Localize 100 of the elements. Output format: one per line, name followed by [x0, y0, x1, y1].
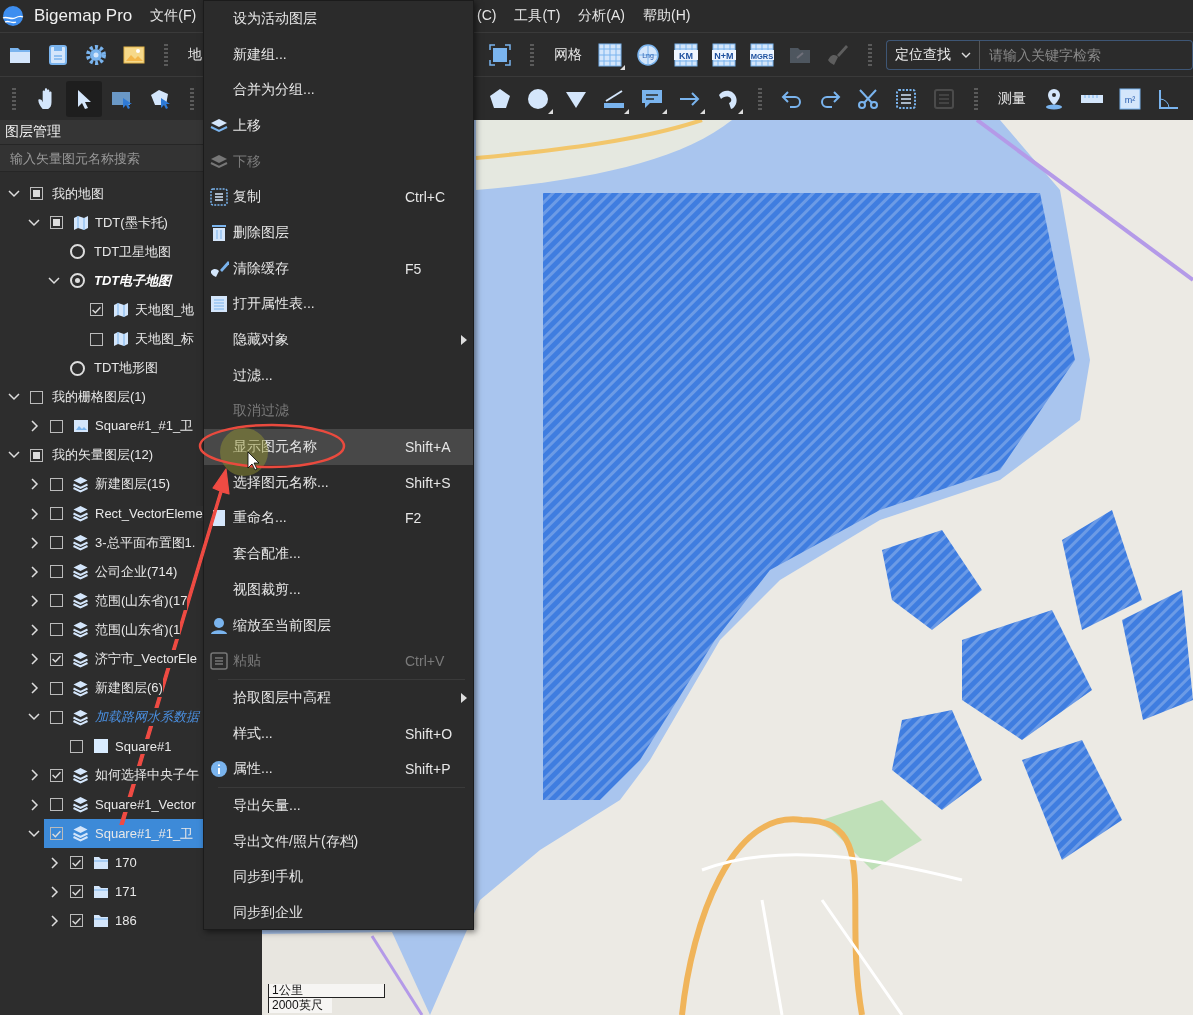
layers-icon [72, 708, 89, 726]
menu-item[interactable]: 新建组... [204, 36, 473, 73]
menu-item[interactable]: 设为活动图层 [204, 1, 473, 37]
menu-item[interactable]: 复制 Ctrl+C [204, 179, 473, 216]
menu-item[interactable]: 导出文件/照片(存档) [204, 823, 473, 860]
layer-name[interactable]: Rect_VectorEleme [95, 506, 203, 522]
checkbox[interactable] [90, 332, 103, 346]
layer-name[interactable]: 济宁市_VectorEle [95, 650, 197, 669]
checkbox[interactable] [70, 739, 83, 753]
menu-item[interactable]: 显示图元名称 Shift+A [204, 429, 473, 465]
layer-name[interactable]: TDT(墨卡托) [95, 213, 168, 232]
scale-bar-label: 1公里 [268, 984, 385, 998]
layer-name[interactable]: 加载路网水系数据 [95, 708, 199, 727]
dropdown-corner-icon[interactable] [738, 108, 743, 114]
menu-item[interactable]: 文件(F) [150, 7, 197, 25]
layer-name[interactable]: 3-总平面布置图1. [95, 533, 196, 552]
checkbox[interactable] [30, 390, 43, 404]
layer-name[interactable]: 公司企业(714) [95, 562, 178, 581]
layer-name[interactable]: TDT电子地图 [94, 271, 172, 290]
layers-icon [72, 796, 89, 813]
menu-item[interactable]: 视图裁剪... [204, 572, 473, 608]
checkbox[interactable] [50, 565, 63, 579]
radio-button[interactable] [70, 360, 85, 376]
square-icon [92, 738, 109, 755]
toolbar-label: 地 [187, 45, 203, 64]
checkbox[interactable] [50, 216, 63, 230]
menu-item[interactable]: 拾取图层中高程 [204, 680, 473, 716]
menu-item[interactable]: 合并为分组... [204, 72, 473, 109]
layer-name[interactable]: Square#1_#1_卫 [95, 417, 194, 436]
checkbox[interactable] [70, 856, 83, 870]
checkbox[interactable] [50, 798, 63, 811]
area-tool-button[interactable]: m² [1112, 80, 1148, 117]
layers-icon [210, 117, 228, 134]
checkbox[interactable] [50, 623, 63, 637]
map-icon [72, 214, 89, 231]
checkbox[interactable] [30, 448, 43, 462]
dropdown-corner-icon[interactable] [700, 108, 705, 114]
checkmark-icon [72, 887, 81, 896]
menu-item[interactable]: 删除图层 [204, 215, 473, 251]
checkbox[interactable] [50, 827, 63, 841]
layer-name[interactable]: 范围(山东省)(1 [95, 620, 181, 639]
menu-item[interactable]: 过滤... [204, 357, 473, 394]
radio-button[interactable] [70, 244, 85, 260]
brush-icon [826, 42, 850, 67]
checkmark-icon [92, 305, 101, 314]
menu-item[interactable]: 工具(T) [514, 7, 561, 25]
checkbox[interactable] [70, 885, 83, 899]
checkbox[interactable] [30, 187, 43, 201]
layers-icon [210, 153, 228, 170]
menu-item[interactable]: 缩放至当前图层 [204, 607, 473, 644]
layer-name[interactable]: TDT卫星地图 [94, 242, 172, 261]
menu-item[interactable]: 帮助(H) [643, 7, 691, 25]
layer-name[interactable]: 新建图层(6) [95, 679, 163, 698]
dropdown-corner-icon[interactable] [620, 64, 625, 70]
checkbox[interactable] [50, 652, 63, 666]
menu-item[interactable]: 清除缓存 F5 [204, 250, 473, 287]
layer-name[interactable]: Square#1_Vector [95, 797, 196, 812]
submenu-arrow-icon [461, 692, 467, 703]
layer-name[interactable]: 我的栅格图层(1) [52, 388, 146, 407]
checkbox[interactable] [50, 594, 63, 608]
layers-icon [72, 621, 89, 639]
shortcut-label: Ctrl+C [405, 189, 447, 206]
grid-tool-button[interactable]: N+M [706, 36, 742, 73]
checkbox[interactable] [90, 303, 103, 317]
menu-item[interactable]: 属性... Shift+P [204, 751, 473, 788]
menu-item[interactable]: 分析(A) [578, 7, 625, 25]
checkbox[interactable] [50, 710, 63, 724]
layer-name[interactable]: 天地图_标 [135, 330, 195, 348]
menu-item[interactable]: 隐藏对象 [204, 322, 473, 358]
checkbox[interactable] [50, 419, 63, 433]
checkbox[interactable] [50, 507, 63, 521]
checkbox[interactable] [50, 478, 63, 491]
checkbox[interactable] [50, 681, 63, 695]
checkbox[interactable] [50, 536, 63, 550]
menu-item[interactable]: 样式... Shift+O [204, 715, 473, 752]
checkbox[interactable] [50, 768, 63, 782]
menu-item[interactable]: 导出矢量... [204, 788, 473, 824]
menu-item[interactable]: (C) [477, 7, 497, 25]
layer-name[interactable]: 我的矢量图层(12) [52, 446, 154, 465]
layer-search-field[interactable]: 输入矢量图元名称搜索 [0, 144, 203, 172]
dropdown-corner-icon[interactable] [662, 108, 667, 114]
layer-name[interactable]: 如何选择中央子午 [95, 766, 199, 785]
layer-name[interactable]: 新建图层(15) [95, 475, 171, 494]
dropdown-corner-icon[interactable] [548, 108, 553, 114]
layer-name[interactable]: 天地图_地 [135, 300, 195, 319]
menu-item[interactable]: 套合配准... [204, 536, 473, 572]
grid-tool-button[interactable]: KM [668, 36, 704, 73]
radio-button[interactable] [70, 273, 85, 289]
layer-name[interactable]: 范围(山东省)(17 [95, 591, 188, 610]
checkbox[interactable] [70, 914, 83, 928]
layer-name[interactable]: 我的地图 [52, 184, 104, 203]
layer-name[interactable]: Square#1 [115, 738, 172, 754]
menu-item[interactable]: 同步到企业 [204, 895, 473, 931]
menu-item[interactable]: 选择图元名称... Shift+S [204, 464, 473, 501]
menu-item[interactable]: 打开属性表... [204, 286, 473, 323]
menu-item[interactable]: 同步到手机 [204, 859, 473, 896]
dropdown-corner-icon[interactable] [624, 108, 629, 114]
mouse-cursor-icon [247, 451, 260, 471]
grid-icon [598, 42, 622, 67]
pointer-tool-button[interactable] [66, 80, 102, 117]
